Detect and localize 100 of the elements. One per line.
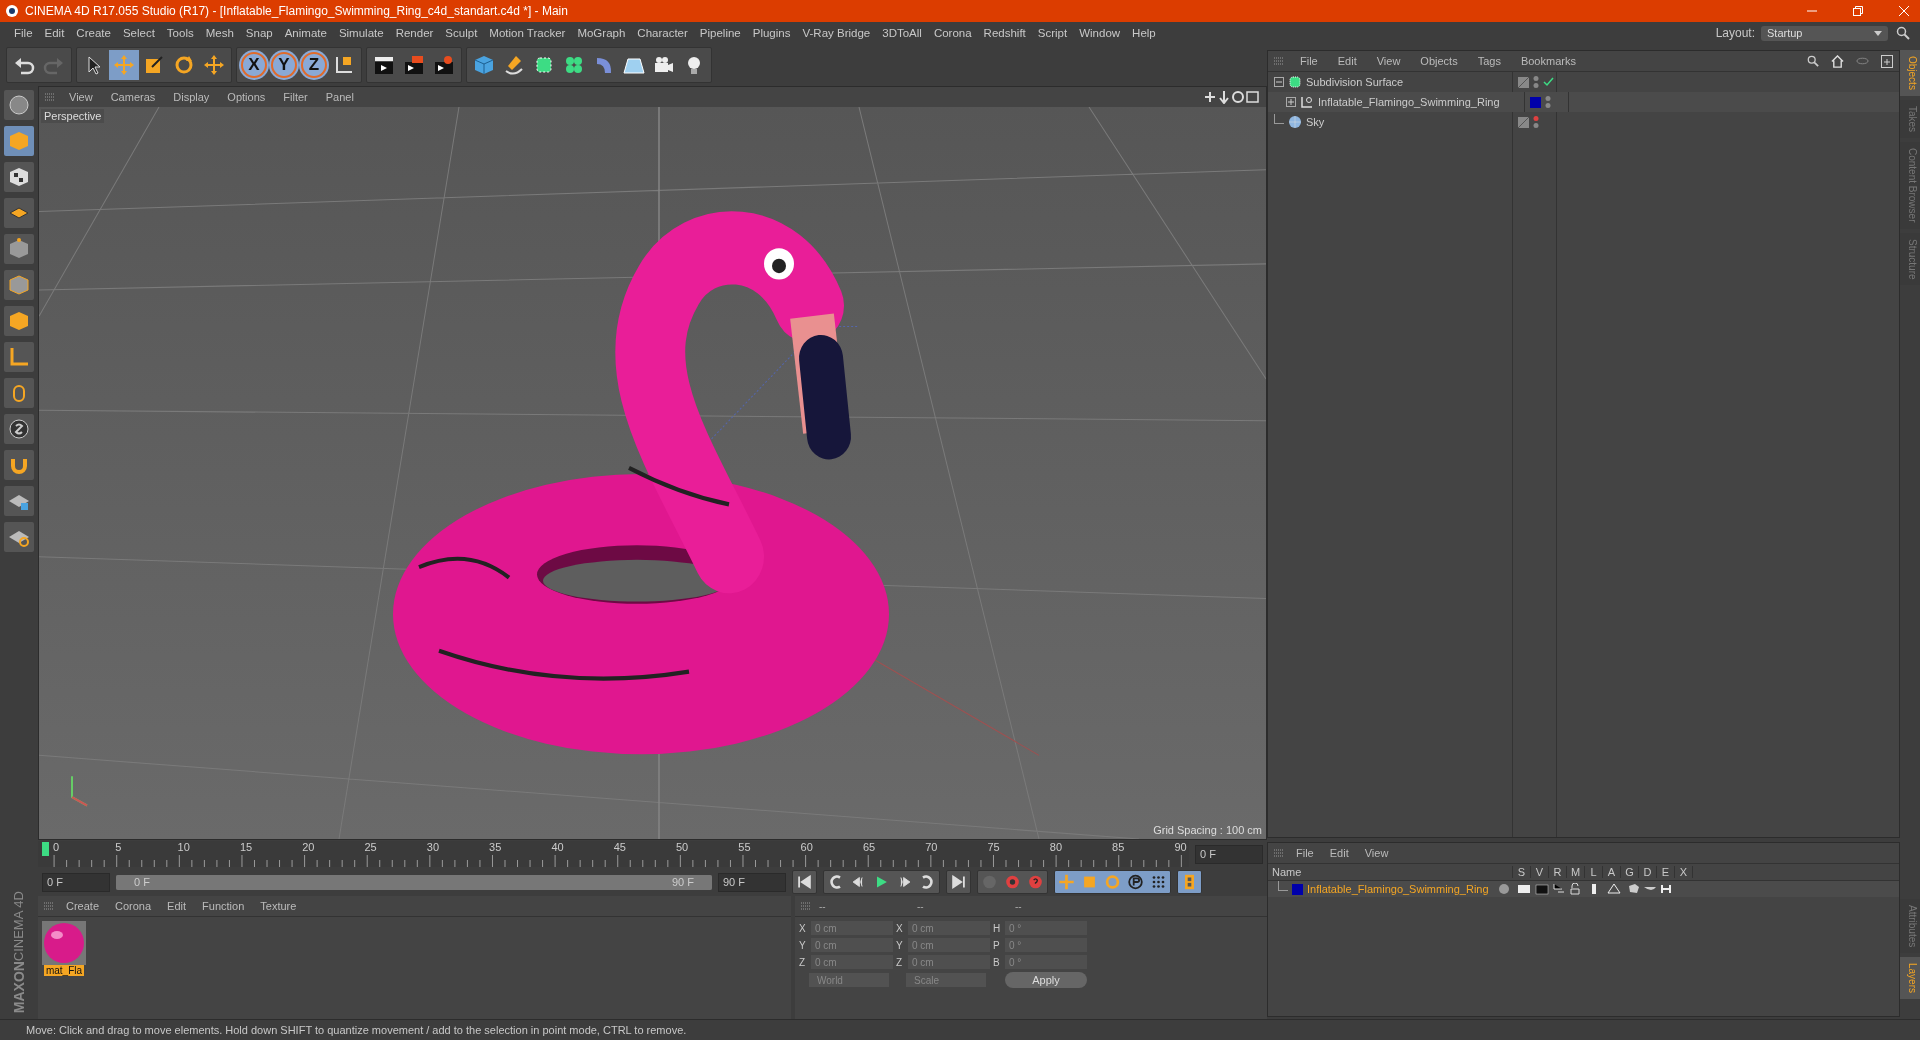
menu-item[interactable]: 3DToAll xyxy=(876,27,928,39)
menu-item[interactable]: File xyxy=(8,27,39,39)
visibility-dots-icon[interactable] xyxy=(1545,95,1551,109)
current-frame-field[interactable]: 0 F xyxy=(1195,844,1263,864)
column-header[interactable]: G xyxy=(1621,866,1639,878)
menu-item[interactable]: Render xyxy=(389,27,440,39)
material-menu-item[interactable]: Edit xyxy=(163,900,191,912)
grid-mode-icon[interactable] xyxy=(4,198,34,228)
axis-label: P xyxy=(993,939,1001,951)
side-tab[interactable]: Layers xyxy=(1900,957,1920,999)
render-off-dots-icon[interactable] xyxy=(1533,115,1539,129)
viewport-menu-item[interactable]: Cameras xyxy=(106,91,160,103)
snap-icon[interactable] xyxy=(4,414,34,444)
column-header[interactable]: X xyxy=(1675,866,1693,878)
side-tab[interactable]: Objects xyxy=(1900,50,1920,96)
menu-item[interactable]: Character xyxy=(631,27,694,39)
close-icon[interactable] xyxy=(1898,5,1910,17)
column-header[interactable]: M xyxy=(1567,866,1585,878)
new-panel-icon[interactable] xyxy=(1881,54,1893,68)
layer-menu-item[interactable]: File xyxy=(1292,847,1318,859)
axis-lock-button[interactable]: Z xyxy=(301,52,327,78)
layout-dropdown[interactable]: Startup xyxy=(1761,25,1888,41)
end-frame-field[interactable]: 90 F xyxy=(718,872,786,892)
menu-item[interactable]: MoGraph xyxy=(571,27,632,39)
menu-item[interactable]: Corona xyxy=(927,27,978,39)
axis-mode-icon[interactable] xyxy=(4,342,34,372)
column-header[interactable]: Name xyxy=(1268,866,1513,878)
texture-mode-icon[interactable] xyxy=(4,162,34,192)
workplane-lock-icon[interactable] xyxy=(4,486,34,516)
object-menu-item[interactable]: Bookmarks xyxy=(1516,55,1580,67)
expand-icon[interactable] xyxy=(1286,97,1296,107)
menu-item[interactable]: Plugins xyxy=(746,27,797,39)
workplane-icon[interactable] xyxy=(4,522,34,552)
polygons-mode-icon[interactable] xyxy=(4,306,34,336)
axis-label: Y xyxy=(896,939,904,951)
viewport-menu-item[interactable]: Options xyxy=(223,91,270,103)
restore-icon[interactable] xyxy=(1852,5,1864,17)
edges-mode-icon[interactable] xyxy=(4,270,34,300)
column-header[interactable]: A xyxy=(1603,866,1621,878)
menu-item[interactable]: Snap xyxy=(239,27,279,39)
material-menu-item[interactable]: Function xyxy=(198,900,249,912)
object-name[interactable]: Sky xyxy=(1306,116,1325,128)
view-navigation-icon[interactable] xyxy=(1204,90,1260,104)
start-frame-field[interactable]: 0 F xyxy=(42,872,110,892)
collapse-icon[interactable] xyxy=(1274,77,1284,87)
menu-item[interactable]: Mesh xyxy=(199,27,240,39)
search-icon[interactable] xyxy=(1896,26,1910,40)
menu-item[interactable]: Window xyxy=(1073,27,1127,39)
points-mode-icon[interactable] xyxy=(4,234,34,264)
viewport-menu-item[interactable]: Display xyxy=(169,91,214,103)
menu-item[interactable]: Edit xyxy=(38,27,71,39)
apply-button[interactable]: Apply xyxy=(1005,972,1087,988)
menu-item[interactable]: Motion Tracker xyxy=(483,27,572,39)
material-menu-item[interactable]: Create xyxy=(62,900,104,912)
menu-item[interactable]: Help xyxy=(1126,27,1162,39)
menu-item[interactable]: Pipeline xyxy=(693,27,747,39)
layer-flags-icon[interactable] xyxy=(1496,883,1674,895)
object-name[interactable]: Subdivision Surface xyxy=(1306,76,1404,88)
home-icon[interactable] xyxy=(1831,54,1844,68)
material-swatch[interactable] xyxy=(42,921,86,965)
column-header[interactable]: E xyxy=(1657,866,1675,878)
menu-item[interactable]: Create xyxy=(70,27,117,39)
tweak-mode-icon[interactable] xyxy=(4,378,34,408)
menu-item[interactable]: Script xyxy=(1031,27,1074,39)
axis-lock-button[interactable]: X xyxy=(241,52,267,78)
column-header[interactable]: D xyxy=(1639,866,1657,878)
menu-item[interactable]: Sculpt xyxy=(439,27,484,39)
menu-item[interactable]: Select xyxy=(116,27,161,39)
menu-item[interactable]: Simulate xyxy=(332,27,390,39)
layer-color-swatch[interactable] xyxy=(1292,883,1303,895)
object-menu-item[interactable]: Edit xyxy=(1333,55,1361,67)
object-menu-item[interactable]: View xyxy=(1372,55,1405,67)
object-menu-item[interactable]: Objects xyxy=(1416,55,1462,67)
material-menu-item[interactable]: Texture xyxy=(256,900,301,912)
layer-menu-item[interactable]: View xyxy=(1360,847,1393,859)
viewport-menu-item[interactable]: View xyxy=(65,91,97,103)
object-menu-item[interactable]: File xyxy=(1296,55,1322,67)
viewport-menu-item[interactable]: Panel xyxy=(321,91,358,103)
object-menu-item[interactable]: Tags xyxy=(1473,55,1505,67)
viewport-menu-item[interactable]: Filter xyxy=(279,91,312,103)
magnet-icon[interactable] xyxy=(4,450,34,480)
object-name[interactable]: Inflatable_Flamingo_Swimming_Ring xyxy=(1318,96,1500,108)
column-header[interactable]: S xyxy=(1513,866,1531,878)
material-name[interactable]: mat_Fla xyxy=(43,965,85,976)
layer-menu-item[interactable]: Edit xyxy=(1325,847,1353,859)
search-icon[interactable] xyxy=(1807,55,1819,67)
visibility-dots-icon[interactable] xyxy=(1533,75,1539,89)
menu-item[interactable]: Tools xyxy=(160,27,200,39)
menu-item[interactable]: V-Ray Bridge xyxy=(796,27,877,39)
material-menu-item[interactable]: Corona xyxy=(111,900,156,912)
eye-icon[interactable] xyxy=(1856,57,1869,65)
menu-item[interactable]: Animate xyxy=(278,27,333,39)
column-header[interactable]: V xyxy=(1531,866,1549,878)
check-icon[interactable] xyxy=(1543,77,1554,87)
view-mode-icon[interactable] xyxy=(4,90,34,120)
column-header[interactable]: R xyxy=(1549,866,1567,878)
menu-item[interactable]: Redshift xyxy=(977,27,1032,39)
column-header[interactable]: L xyxy=(1585,866,1603,878)
layer-color-swatch[interactable] xyxy=(1530,96,1541,108)
axis-lock-button[interactable]: Y xyxy=(271,52,297,78)
